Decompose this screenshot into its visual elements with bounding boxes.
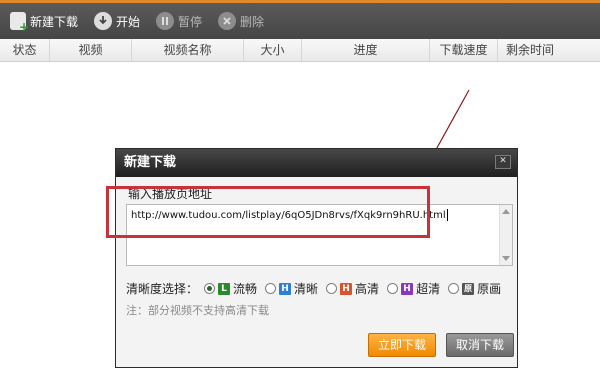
hd-note: 注：部分视频不支持高清下载 bbox=[126, 304, 269, 317]
quality-option-original[interactable]: 原 原画 bbox=[448, 280, 501, 297]
dialog-title: 新建下载 ✕ bbox=[116, 149, 517, 177]
radio-button[interactable] bbox=[448, 283, 460, 294]
radio-button[interactable] bbox=[326, 283, 338, 294]
url-highlight-box bbox=[106, 186, 430, 238]
quality-option-label: 原画 bbox=[477, 282, 502, 296]
quality-option-label: 高清 bbox=[355, 282, 380, 296]
quality-badge-icon: H bbox=[401, 282, 414, 295]
quality-option-label: 清晰 bbox=[294, 282, 319, 296]
radio-button[interactable] bbox=[387, 283, 399, 294]
quality-badge-icon: L bbox=[218, 282, 231, 295]
quality-option-clear[interactable]: H 清晰 bbox=[265, 280, 318, 297]
quality-option-super[interactable]: H 超清 bbox=[387, 280, 440, 297]
quality-badge-icon: H bbox=[279, 282, 292, 295]
scroll-down-icon[interactable] bbox=[502, 256, 510, 261]
quality-badge-icon: 原 bbox=[462, 282, 475, 295]
cancel-download-button[interactable]: 取消下载 bbox=[446, 333, 514, 357]
url-scrollbar[interactable] bbox=[499, 205, 512, 265]
new-download-dialog: 新建下载 ✕ 输入播放页地址 http://www.tudou.com/list… bbox=[115, 148, 518, 368]
text-caret bbox=[446, 209, 448, 221]
dialog-title-text: 新建下载 bbox=[124, 155, 177, 170]
scroll-up-icon[interactable] bbox=[502, 209, 510, 214]
quality-option-label: 流畅 bbox=[233, 282, 258, 296]
radio-button-checked[interactable] bbox=[204, 283, 216, 294]
quality-label: 清晰度选择： bbox=[126, 282, 199, 296]
quality-selector: 清晰度选择： L 流畅 H 清晰 H 高清 H 超清 原 原画 bbox=[126, 280, 509, 297]
quality-badge-icon: H bbox=[340, 282, 353, 295]
close-icon[interactable]: ✕ bbox=[495, 155, 511, 169]
quality-option-smooth[interactable]: L 流畅 bbox=[204, 280, 257, 297]
quality-option-hd[interactable]: H 高清 bbox=[326, 280, 379, 297]
quality-option-label: 超清 bbox=[416, 282, 441, 296]
download-now-button[interactable]: 立即下载 bbox=[368, 333, 436, 357]
radio-button[interactable] bbox=[265, 283, 277, 294]
